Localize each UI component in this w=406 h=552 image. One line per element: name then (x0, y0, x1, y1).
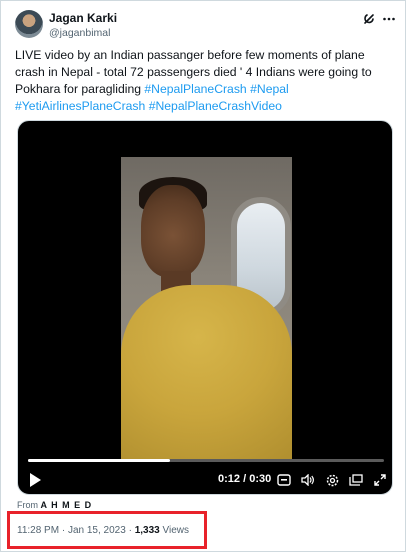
pip-icon[interactable] (348, 472, 364, 488)
time-current: 0:12 (218, 473, 241, 485)
video-progress-bar[interactable] (28, 459, 384, 462)
avatar[interactable] (15, 10, 43, 38)
video-progress-fill (28, 459, 171, 462)
play-icon[interactable] (30, 473, 41, 487)
time-separator: / (243, 473, 247, 485)
settings-icon[interactable] (324, 472, 340, 488)
tweet-card: Jagan Karki @jaganbimal LIVE video by an… (0, 0, 406, 552)
more-icon[interactable] (381, 11, 397, 27)
grok-icon[interactable] (361, 11, 377, 27)
video-frame[interactable] (121, 157, 292, 459)
hashtag-link[interactable]: #NepalPlaneCrashVideo (149, 99, 282, 113)
captions-icon[interactable] (276, 472, 292, 488)
red-highlight-box (7, 511, 207, 549)
person-shirt (121, 285, 292, 459)
hashtag-link[interactable]: #Nepal (250, 82, 289, 96)
video-player[interactable]: 0:12 / 0:30 (17, 120, 393, 495)
author-handle[interactable]: @jaganbimal (49, 27, 110, 39)
attribution-source[interactable]: A H M E D (41, 500, 93, 510)
hashtag-link[interactable]: #YetiAirlinesPlaneCrash (15, 99, 145, 113)
person-face (141, 185, 205, 277)
author-name[interactable]: Jagan Karki (49, 11, 117, 25)
attribution-prefix: From (17, 500, 38, 510)
time-total: 0:30 (249, 473, 272, 485)
video-time: 0:12 / 0:30 (218, 473, 271, 485)
hashtag-link[interactable]: #NepalPlaneCrash (144, 82, 246, 96)
tweet-text: LIVE video by an Indian passanger before… (15, 47, 397, 115)
video-attribution: From A H M E D (17, 500, 92, 510)
video-controls: 0:12 / 0:30 (18, 469, 392, 493)
volume-icon[interactable] (300, 472, 316, 488)
fullscreen-icon[interactable] (372, 472, 388, 488)
